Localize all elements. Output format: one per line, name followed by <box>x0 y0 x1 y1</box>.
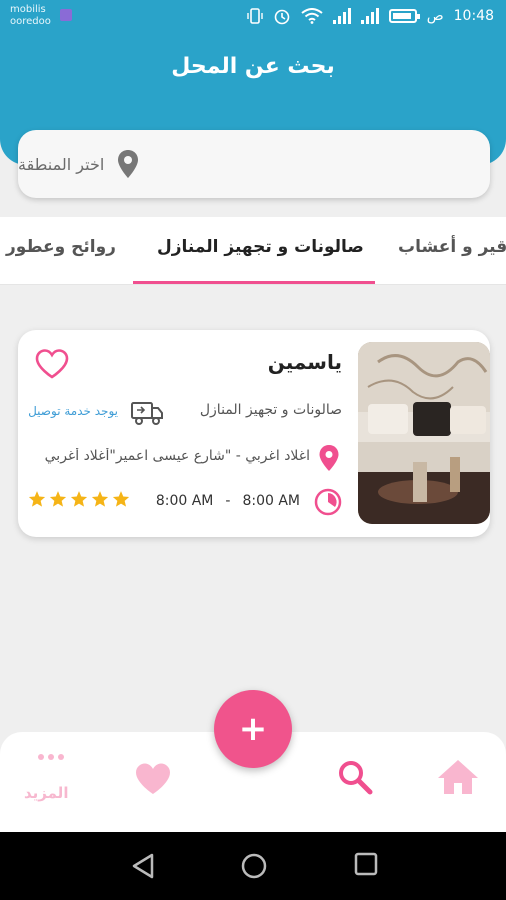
home-circle-icon[interactable] <box>240 852 268 880</box>
shop-category: صالونات و تجهيز المنازل <box>199 402 342 418</box>
recents-icon[interactable] <box>354 852 378 876</box>
search-placeholder: اختر المنطقة <box>18 154 105 174</box>
am-pm-label: ص <box>426 8 444 24</box>
back-icon[interactable] <box>130 852 156 880</box>
more-dots-icon[interactable] <box>38 754 64 760</box>
nav-more-label[interactable]: المزيد <box>24 784 68 802</box>
clock-icon <box>314 488 342 516</box>
tab-salons[interactable]: صالونات و تجهيز المنازل <box>157 237 364 257</box>
page-title: بحث عن المحل <box>171 54 335 79</box>
location-pin-icon <box>118 150 139 178</box>
star-icon <box>28 491 46 507</box>
rating-stars <box>28 490 130 508</box>
alarm-icon <box>274 9 290 25</box>
tab-perfumes[interactable]: روائح وعطور <box>6 237 116 257</box>
battery-icon <box>388 9 420 23</box>
vibrate-icon <box>247 8 263 24</box>
delivery-badge: يوجد خدمة توصيل <box>28 404 118 418</box>
carrier-label: mobilis ooredoo <box>10 4 51 28</box>
add-button[interactable]: + <box>214 690 292 768</box>
opening-hours: 8:00 AM -8:00 AM <box>150 493 306 509</box>
location-icon <box>319 445 339 471</box>
android-navigation-bar <box>0 832 506 900</box>
shop-address: اغلاد اغربي - "شارع عيسى اعمير"أغلاد أغر… <box>44 448 310 464</box>
region-search-field[interactable]: اختر المنطقة <box>18 130 490 198</box>
nav-home-icon[interactable] <box>436 758 480 796</box>
nav-favorites-heart-icon[interactable] <box>134 762 172 796</box>
shop-photo <box>358 342 490 524</box>
hours-separator: - <box>225 493 231 509</box>
hours-to: 8:00 AM <box>155 493 214 509</box>
shop-name: ياسمين <box>267 350 342 374</box>
signal-icon-2 <box>360 8 379 24</box>
shop-card[interactable]: ياسمين صالونات و تجهيز المنازل يوجد خدمة… <box>18 330 490 537</box>
clock-time: 10:48 <box>453 8 494 24</box>
tab-herbs[interactable]: عقاقير و أعشاب <box>398 237 506 257</box>
signal-icon <box>332 8 351 24</box>
status-bar: mobilis ooredoo ص 10:48 <box>0 0 506 36</box>
notification-icon <box>60 9 72 21</box>
nav-search-icon[interactable] <box>336 758 374 796</box>
tab-indicator <box>133 281 375 284</box>
carrier-name-1: mobilis <box>10 4 46 15</box>
star-icon <box>91 491 109 507</box>
star-icon <box>49 491 67 507</box>
wifi-icon <box>301 8 323 24</box>
star-icon <box>112 491 130 507</box>
star-icon <box>70 491 88 507</box>
delivery-truck-icon <box>131 402 163 425</box>
carrier-name-2: ooredoo <box>10 16 51 27</box>
category-tabs: روائح وعطور صالونات و تجهيز المنازل عقاق… <box>0 217 506 285</box>
hours-from: 8:00 AM <box>242 493 300 509</box>
favorite-heart-icon[interactable] <box>34 348 70 380</box>
